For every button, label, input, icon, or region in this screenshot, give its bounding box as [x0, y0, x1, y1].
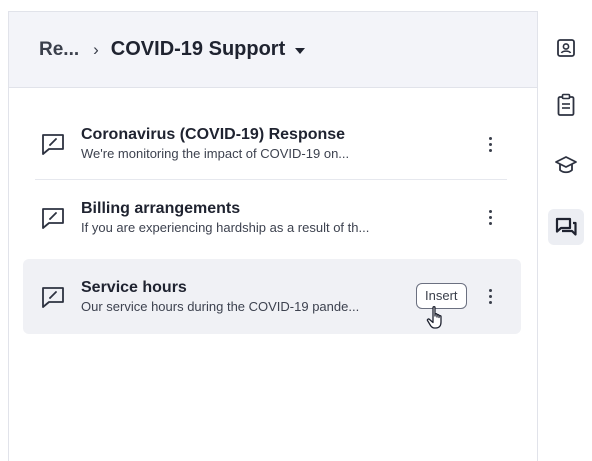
breadcrumb-parent[interactable]: Re... — [39, 39, 79, 61]
rail-clipboard-button[interactable] — [548, 87, 584, 123]
article-title: Billing arrangements — [81, 199, 241, 217]
article-description: If you are experiencing hardship as a re… — [81, 219, 370, 235]
contact-card-icon — [557, 39, 575, 57]
article-list: Coronavirus (COVID-19) Response We're mo… — [23, 108, 523, 334]
article-description: We're monitoring the impact of COVID-19 … — [81, 146, 350, 161]
rail-learning-button[interactable] — [548, 147, 584, 183]
breadcrumb-separator: › — [93, 39, 99, 59]
article-title: Service hours — [81, 278, 187, 296]
article-title: Coronavirus (COVID-19) Response — [81, 126, 346, 143]
article-row[interactable]: Coronavirus (COVID-19) Response We're mo… — [23, 108, 521, 180]
article-row-hovered[interactable]: Service hours Our service hours during t… — [23, 259, 521, 334]
more-options-icon[interactable] — [483, 208, 497, 228]
article-text: Billing arrangements If you are experien… — [81, 199, 411, 237]
breadcrumb-current-label: COVID-19 Support — [110, 38, 286, 60]
article-description: Our service hours during the COVID-19 pa… — [81, 298, 360, 314]
graduation-cap-icon — [555, 156, 577, 174]
chat-bubbles-icon — [555, 217, 577, 236]
more-options-icon[interactable] — [483, 287, 497, 307]
breadcrumb-current-dropdown[interactable]: COVID-19 Support — [110, 38, 306, 61]
article-text: Service hours Our service hours during t… — [81, 278, 411, 316]
clipboard-icon — [557, 93, 575, 116]
caret-down-icon — [295, 47, 306, 54]
rail-knowledge-button[interactable] — [548, 209, 584, 245]
side-rail — [537, 11, 592, 461]
article-text: Coronavirus (COVID-19) Response We're mo… — [81, 125, 411, 163]
article-row[interactable]: Billing arrangements If you are experien… — [23, 180, 521, 255]
panel-header: Re... › COVID-19 Support — [9, 12, 537, 88]
more-options-icon[interactable] — [483, 134, 497, 154]
article-note-icon — [42, 207, 64, 229]
app-frame: Re... › COVID-19 Support Coronavirus (CO… — [0, 0, 592, 461]
knowledge-panel: Re... › COVID-19 Support Coronavirus (CO… — [8, 11, 537, 461]
article-note-icon — [42, 286, 64, 308]
rail-contact-button[interactable] — [548, 30, 584, 66]
article-note-icon — [42, 134, 64, 155]
hand-pointer-icon — [426, 306, 442, 329]
